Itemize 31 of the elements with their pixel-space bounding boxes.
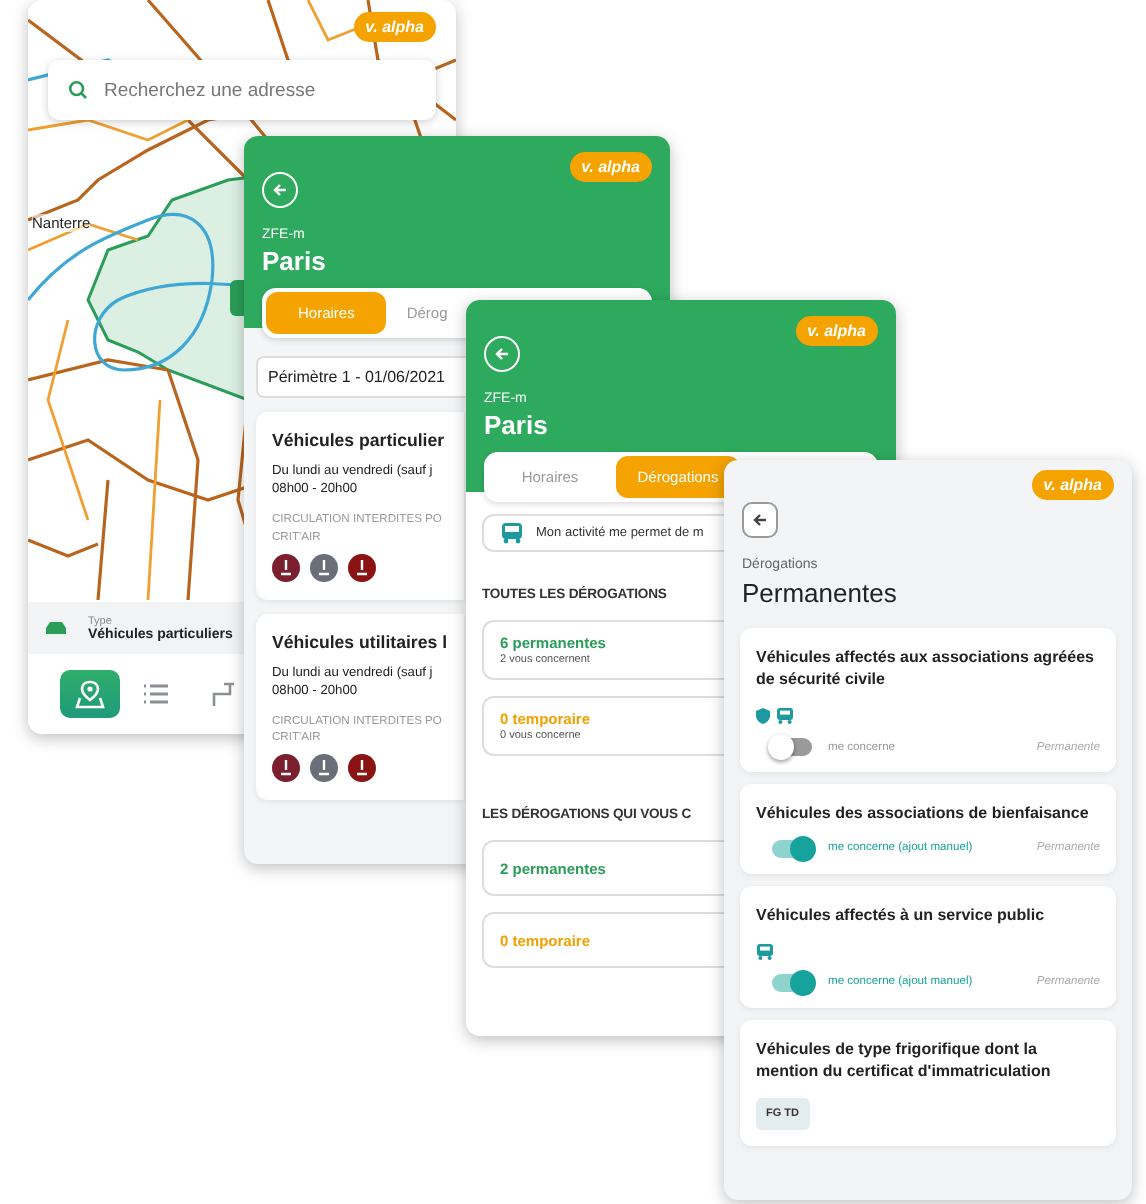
bus-icon: [776, 708, 794, 725]
shield-icon: [756, 708, 770, 725]
version-badge: v. alpha: [1031, 470, 1114, 500]
page-title: Permanentes: [742, 578, 897, 608]
version-badge: v. alpha: [795, 316, 878, 346]
toggle-switch[interactable]: [772, 738, 812, 757]
toggle-switch[interactable]: [772, 973, 812, 992]
city-title: Paris: [484, 410, 548, 440]
card-title: Véhicules des associations de bienfaisance: [756, 802, 1089, 826]
back-button[interactable]: [742, 502, 778, 538]
back-arrow-icon: [272, 182, 288, 198]
back-arrow-icon: [752, 512, 768, 528]
card-title: Véhicules particulier: [272, 430, 445, 450]
card-title: Véhicules de type frigorifique dont la mention du certificat d'immatriculation: [756, 1037, 1053, 1083]
search-field[interactable]: Recherchez une adresse: [48, 60, 436, 120]
city-title: Paris: [262, 246, 326, 276]
back-arrow-icon: [494, 346, 510, 362]
search-icon: [68, 80, 88, 100]
map-pin-icon: [74, 678, 106, 710]
version-badge: v. alpha: [569, 152, 652, 182]
nav-button[interactable]: [60, 670, 120, 718]
card-title: Véhicules utilitaires l: [272, 631, 448, 652]
bus-icon: [756, 943, 774, 960]
toggle-switch[interactable]: [772, 839, 812, 858]
card-title: Véhicules affectés aux associations agréées de sécurité civile: [756, 646, 1096, 691]
card-title: Véhicules affectés à un service public: [756, 903, 1045, 926]
list-icon: [142, 682, 170, 706]
version-badge: v. alpha: [353, 12, 436, 42]
perimeter-dropdown[interactable]: Périmètre 1 - 01/06/2021: [256, 356, 466, 398]
route-icon: [208, 680, 236, 708]
bus-icon: [500, 522, 524, 544]
